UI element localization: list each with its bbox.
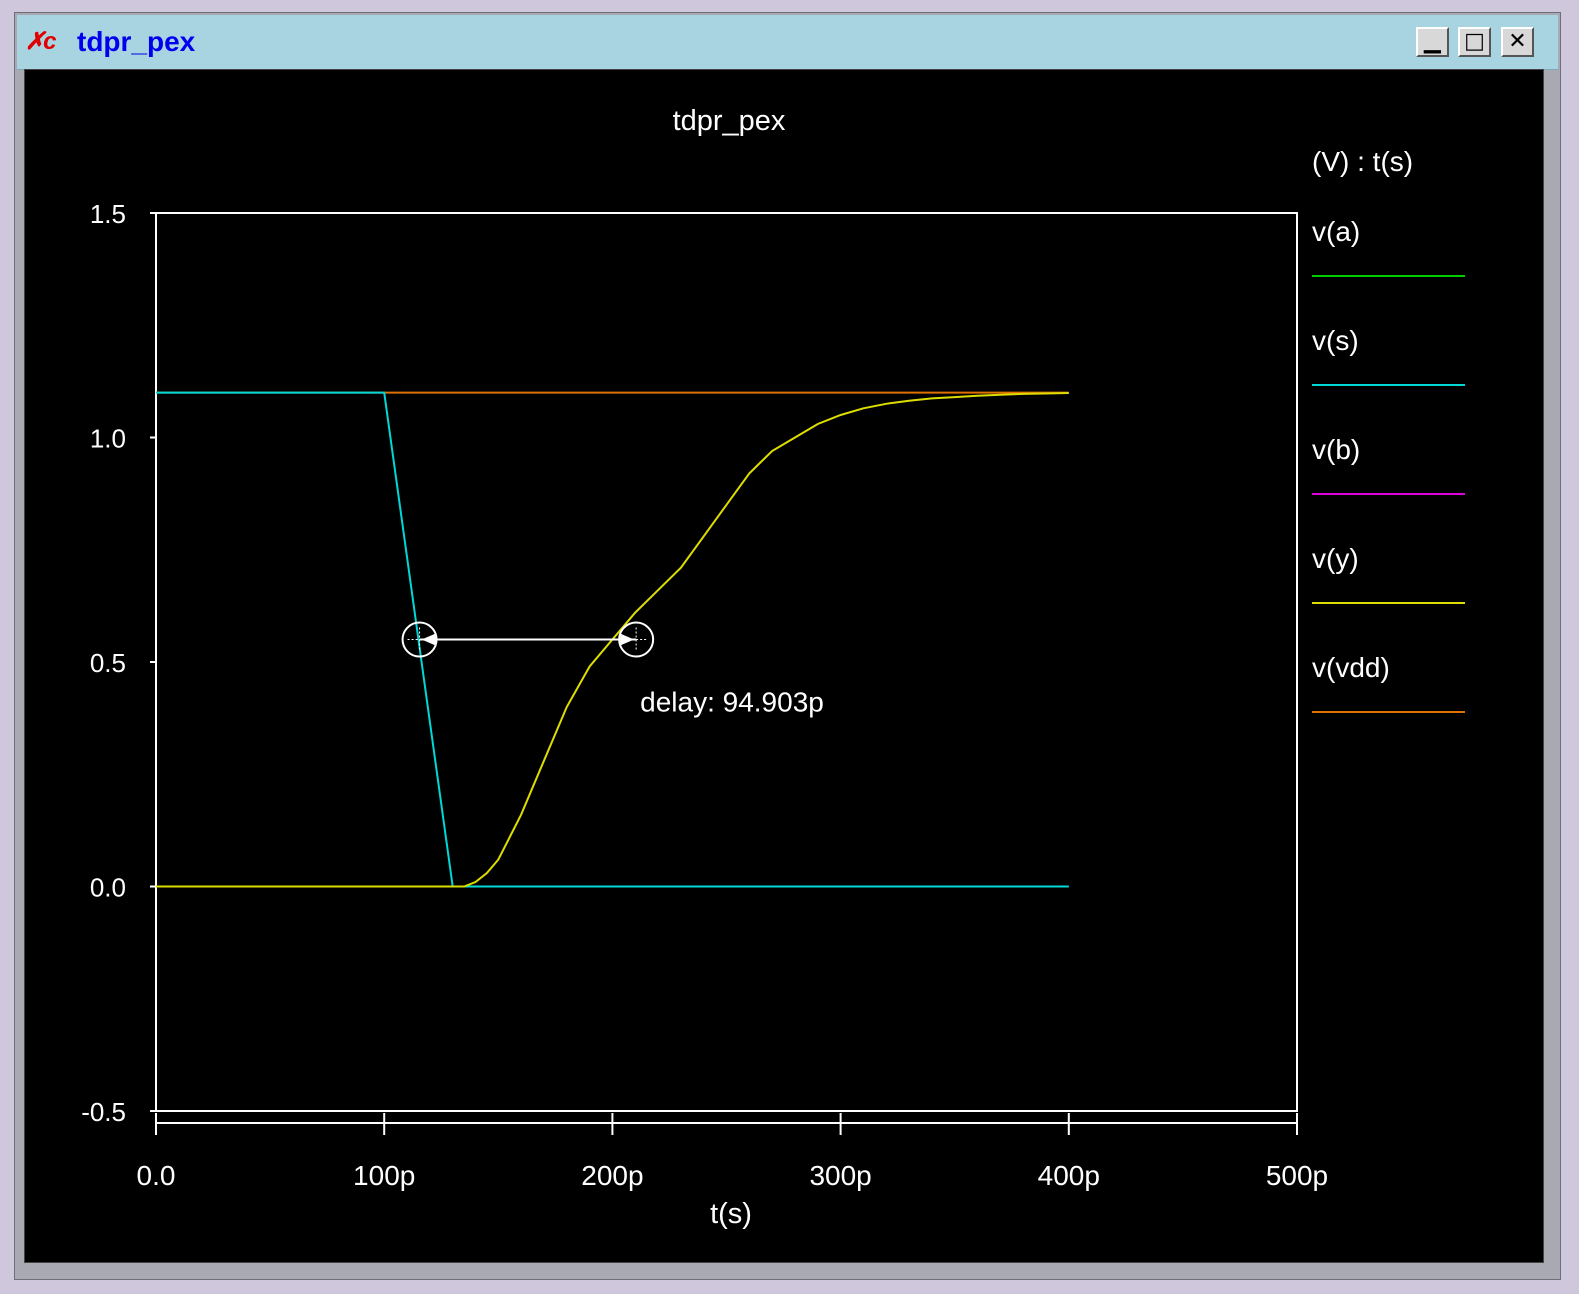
x-tick-label: 100p: [353, 1160, 415, 1191]
window-title: tdpr_pex: [77, 26, 196, 57]
x-tick-label: 0.0: [137, 1160, 176, 1191]
legend-label: v(b): [1312, 434, 1360, 465]
y-tick-label: 0.5: [90, 648, 126, 678]
minimize-icon[interactable]: ▁: [1416, 27, 1449, 57]
plot-canvas[interactable]: tdpr_pex (V) : t(s) t(s) 1.5 1.0 0.5 0.0 -0.…: [24, 69, 1544, 1263]
y-tick-label: -0.5: [81, 1097, 126, 1127]
delay-label: delay: 94.903p: [640, 687, 824, 718]
app-logo-icon: ✗c: [25, 28, 56, 55]
chart-title: tdpr_pex: [673, 105, 786, 137]
y-tick-label: 1.0: [90, 424, 126, 454]
legend-label: v(vdd): [1312, 652, 1390, 683]
x-axis-label: t(s): [710, 1198, 752, 1230]
x-tick-label: 200p: [581, 1160, 643, 1191]
legend-label: v(a): [1312, 216, 1360, 247]
legend-header: (V) : t(s): [1312, 146, 1413, 177]
title-bar[interactable]: ✗c tdpr_pex ▁ □ ✕: [17, 15, 1558, 70]
y-tick-label: 1.5: [90, 199, 126, 229]
y-tick-label: 0.0: [90, 873, 126, 903]
legend-label: v(s): [1312, 325, 1359, 356]
x-tick-label: 400p: [1038, 1160, 1100, 1191]
plot-frame: [155, 212, 1298, 1112]
x-tick-label: 300p: [809, 1160, 871, 1191]
x-tick-label: 500p: [1266, 1160, 1328, 1191]
delay-arrowhead-right: [620, 633, 635, 646]
maximize-icon[interactable]: □: [1458, 27, 1491, 57]
close-icon[interactable]: ✕: [1501, 27, 1534, 57]
waveform-window: ✗c tdpr_pex ▁ □ ✕ tdpr_pex (V) : t(s) t(…: [14, 12, 1561, 1280]
legend-label: v(y): [1312, 543, 1359, 574]
waveform-chart[interactable]: tdpr_pex (V) : t(s) t(s) 1.5 1.0 0.5 0.0 -0.…: [25, 70, 1543, 1262]
